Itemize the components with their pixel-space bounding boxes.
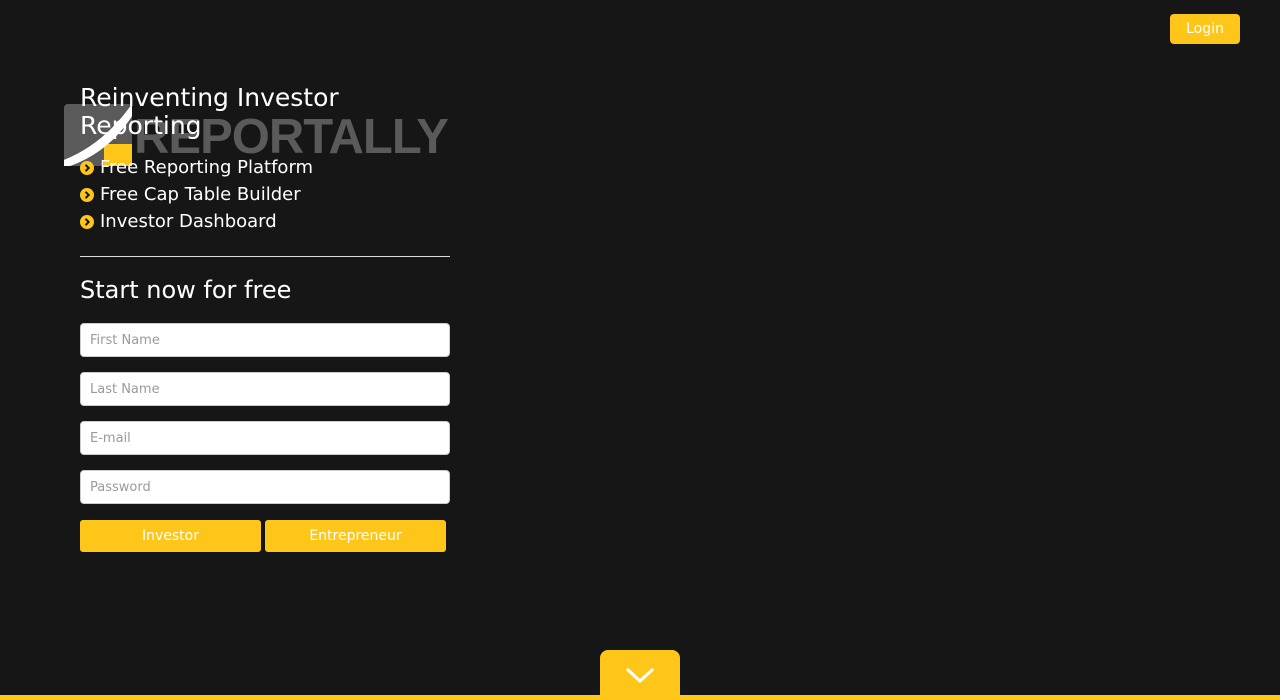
feature-label: Investor Dashboard <box>100 211 277 232</box>
investor-button[interactable]: Investor <box>80 520 261 552</box>
chevron-circle-right-icon <box>80 214 94 229</box>
chevron-circle-right-icon <box>80 187 94 202</box>
signup-title: Start now for free <box>80 276 292 304</box>
entrepreneur-button[interactable]: Entrepreneur <box>265 520 446 552</box>
feature-item: Free Cap Table Builder <box>80 181 313 208</box>
landing-page: Login REPORTALLY Reinventing Investor Re… <box>0 0 1280 700</box>
feature-item: Free Reporting Platform <box>80 154 313 181</box>
bottom-accent-bar <box>0 695 1280 700</box>
feature-label: Free Cap Table Builder <box>100 184 301 205</box>
divider <box>80 256 450 257</box>
chevron-circle-right-icon <box>80 160 94 175</box>
login-button[interactable]: Login <box>1170 14 1240 44</box>
password-field[interactable] <box>80 470 450 504</box>
feature-label: Free Reporting Platform <box>100 157 314 178</box>
feature-item: Investor Dashboard <box>80 208 313 235</box>
first-name-field[interactable] <box>80 323 450 357</box>
feature-list: Free Reporting Platform Free Cap Table B… <box>80 154 313 235</box>
headline: Reinventing Investor Reporting <box>80 83 339 140</box>
chevron-down-icon <box>626 668 654 683</box>
last-name-field[interactable] <box>80 372 450 406</box>
scroll-down-button[interactable] <box>600 650 680 700</box>
email-field[interactable] <box>80 421 450 455</box>
